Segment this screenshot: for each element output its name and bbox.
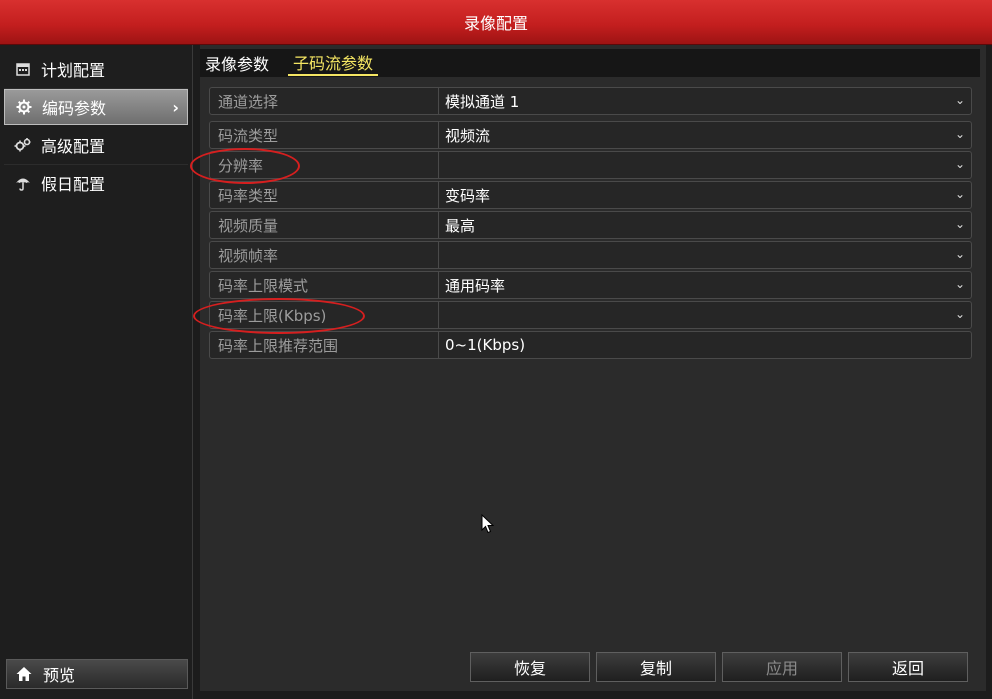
preview-button[interactable]: 预览 [6, 659, 188, 689]
field-label: 码率上限(Kbps) [210, 302, 439, 328]
bitrate-type-select[interactable]: 变码率 ⌄ [439, 182, 971, 208]
video-quality-select[interactable]: 最高 ⌄ [439, 212, 971, 238]
main-panel: 录像参数 子码流参数 通道选择 模拟通道 1 ⌄ 码流类型 视频流 ⌄ 分辨率 … [200, 45, 986, 691]
window-title: 录像配置 [463, 14, 528, 33]
form-row-stream-type: 码流类型 视频流 ⌄ [209, 121, 972, 149]
sidebar-item-encoding[interactable]: 编码参数 › [4, 89, 188, 125]
form-row-bitrate-limit-mode: 码率上限模式 通用码率 ⌄ [209, 271, 972, 299]
field-value: 变码率 [445, 186, 491, 205]
field-value: 模拟通道 1 [445, 92, 520, 111]
sidebar-item-label: 假日配置 [41, 175, 106, 194]
window-title-bar: 录像配置 [0, 0, 992, 45]
chevron-right-icon: › [172, 97, 179, 117]
preview-label: 预览 [43, 666, 76, 685]
chevron-down-icon: ⌄ [954, 277, 965, 291]
gear-icon [15, 98, 33, 116]
gears-icon [14, 136, 32, 154]
channel-select[interactable]: 模拟通道 1 ⌄ [439, 88, 971, 114]
restore-button[interactable]: 恢复 [470, 652, 590, 682]
field-label: 通道选择 [210, 88, 439, 114]
field-label: 视频质量 [210, 212, 439, 238]
tab-record-params[interactable]: 录像参数 [200, 50, 274, 76]
mouse-cursor-icon [481, 513, 495, 538]
sidebar-item-holiday[interactable]: 假日配置 [4, 165, 188, 201]
field-value: 通用码率 [445, 276, 506, 295]
chevron-down-icon: ⌄ [954, 247, 965, 261]
tab-substream-params[interactable]: 子码流参数 [288, 50, 379, 76]
field-value: 最高 [445, 216, 476, 235]
calendar-icon [14, 60, 32, 78]
field-label: 码流类型 [210, 122, 439, 148]
sidebar-item-advanced[interactable]: 高级配置 [4, 127, 188, 163]
field-label: 分辨率 [210, 152, 439, 178]
form-row-resolution: 分辨率 ⌄ [209, 151, 972, 179]
bitrate-limit-select[interactable]: ⌄ [439, 302, 971, 328]
sidebar-item-schedule[interactable]: 计划配置 [4, 51, 188, 87]
chevron-down-icon: ⌄ [954, 217, 965, 231]
tab-bar: 录像参数 子码流参数 [200, 49, 980, 77]
field-value: 视频流 [445, 126, 491, 145]
frame-rate-select[interactable]: ⌄ [439, 242, 971, 268]
field-label: 码率上限模式 [210, 272, 439, 298]
form-row-frame-rate: 视频帧率 ⌄ [209, 241, 972, 269]
field-label: 码率上限推荐范围 [210, 332, 439, 358]
bitrate-range-value: 0~1(Kbps) [439, 332, 971, 358]
chevron-down-icon: ⌄ [954, 157, 965, 171]
copy-button[interactable]: 复制 [596, 652, 716, 682]
sidebar-item-label: 高级配置 [41, 137, 106, 156]
form-row-bitrate-limit: 码率上限(Kbps) ⌄ [209, 301, 972, 329]
form-row-bitrate-range: 码率上限推荐范围 0~1(Kbps) [209, 331, 972, 359]
chevron-down-icon: ⌄ [954, 93, 965, 107]
chevron-down-icon: ⌄ [954, 127, 965, 141]
stream-type-select[interactable]: 视频流 ⌄ [439, 122, 971, 148]
field-label: 码率类型 [210, 182, 439, 208]
form-row-video-quality: 视频质量 最高 ⌄ [209, 211, 972, 239]
form-row-channel: 通道选择 模拟通道 1 ⌄ [209, 87, 972, 115]
bitrate-limit-mode-select[interactable]: 通用码率 ⌄ [439, 272, 971, 298]
sidebar: 计划配置 编码参数 › 高级配置 假日配置 预览 [0, 45, 193, 699]
home-icon [15, 665, 33, 683]
field-value: 0~1(Kbps) [445, 336, 526, 354]
chevron-down-icon: ⌄ [954, 307, 965, 321]
sidebar-item-label: 编码参数 [42, 99, 107, 118]
resolution-select[interactable]: ⌄ [439, 152, 971, 178]
umbrella-icon [14, 174, 32, 192]
chevron-down-icon: ⌄ [954, 187, 965, 201]
back-button[interactable]: 返回 [848, 652, 968, 682]
field-label: 视频帧率 [210, 242, 439, 268]
action-buttons: 恢复 复制 应用 返回 [470, 652, 974, 682]
apply-button[interactable]: 应用 [722, 652, 842, 682]
form-row-bitrate-type: 码率类型 变码率 ⌄ [209, 181, 972, 209]
sidebar-item-label: 计划配置 [41, 61, 106, 80]
